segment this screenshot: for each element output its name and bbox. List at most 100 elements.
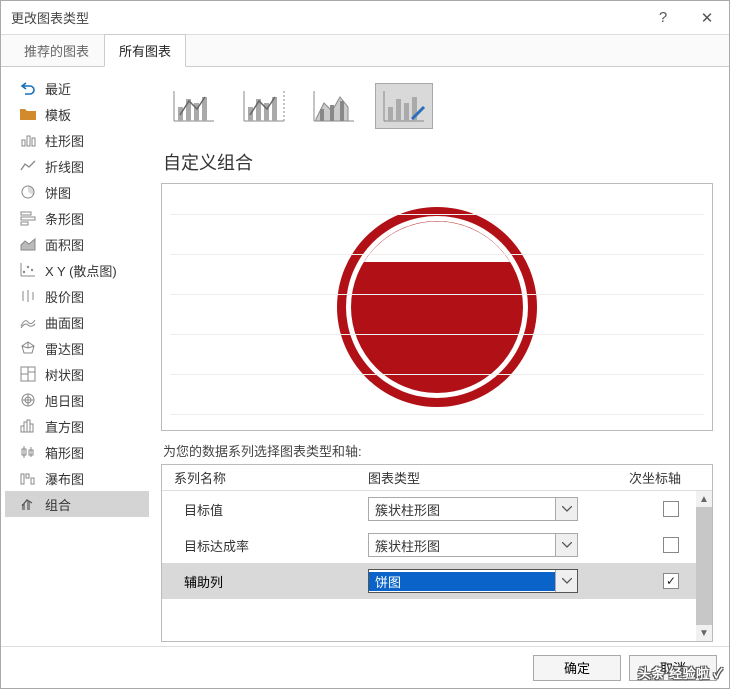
combo-subtype-custom[interactable] <box>375 83 433 129</box>
sidebar-item-scatter[interactable]: X Y (散点图) <box>5 257 149 283</box>
series-name-cell: 辅助列 <box>168 572 368 591</box>
combo-subtype-2[interactable] <box>235 83 293 129</box>
chevron-down-icon[interactable] <box>555 498 577 520</box>
sidebar-item-label: 曲面图 <box>45 313 84 332</box>
series-scrollbar[interactable]: ▲ ▼ <box>696 491 712 641</box>
sidebar-item-combo[interactable]: 组合 <box>5 491 149 517</box>
header-chart-type: 图表类型 <box>368 468 620 487</box>
chart-category-sidebar: 最近 模板 柱形图 折线图 <box>1 67 153 646</box>
sidebar-item-templates[interactable]: 模板 <box>5 101 149 127</box>
series-prompt: 为您的数据系列选择图表类型和轴: <box>163 441 713 460</box>
combo-selected-text: 簇状柱形图 <box>369 536 555 555</box>
custom-combo-title: 自定义组合 <box>163 149 713 175</box>
change-chart-type-dialog: 更改图表类型 ? ✕ 推荐的图表 所有图表 最近 模板 <box>0 0 730 689</box>
help-button[interactable]: ? <box>641 1 685 35</box>
scroll-track[interactable] <box>696 507 712 625</box>
bar-chart-icon <box>19 209 37 227</box>
watermark-text: 头条 经验啦 ✓ <box>638 663 723 682</box>
sidebar-item-label: 组合 <box>45 495 71 514</box>
sidebar-item-bar[interactable]: 条形图 <box>5 205 149 231</box>
secondary-axis-checkbox[interactable]: ✓ <box>663 573 679 589</box>
dialog-footer: 确定 取消 <box>1 646 729 688</box>
sidebar-item-stock[interactable]: 股价图 <box>5 283 149 309</box>
scroll-up-icon[interactable]: ▲ <box>696 491 712 507</box>
ok-button[interactable]: 确定 <box>533 655 621 681</box>
sidebar-item-box-whisker[interactable]: 箱形图 <box>5 439 149 465</box>
chart-preview[interactable] <box>161 183 713 431</box>
chart-type-combo[interactable]: 簇状柱形图 <box>368 497 578 521</box>
sidebar-item-label: 饼图 <box>45 183 71 202</box>
sidebar-item-line[interactable]: 折线图 <box>5 153 149 179</box>
sidebar-item-pie[interactable]: 饼图 <box>5 179 149 205</box>
sidebar-item-radar[interactable]: 雷达图 <box>5 335 149 361</box>
chevron-down-icon[interactable] <box>555 570 577 592</box>
sidebar-item-label: 直方图 <box>45 417 84 436</box>
sidebar-item-label: 折线图 <box>45 157 84 176</box>
sidebar-item-label: 模板 <box>45 105 71 124</box>
sidebar-item-label: 雷达图 <box>45 339 84 358</box>
tab-bar: 推荐的图表 所有图表 <box>1 35 729 67</box>
series-name-cell: 目标值 <box>168 500 368 519</box>
waterfall-chart-icon <box>19 469 37 487</box>
sidebar-item-label: 瀑布图 <box>45 469 84 488</box>
column-chart-icon <box>19 131 37 149</box>
scatter-chart-icon <box>19 261 37 279</box>
series-row-target-value[interactable]: 目标值 簇状柱形图 <box>162 491 712 527</box>
series-name-cell: 目标达成率 <box>168 536 368 555</box>
secondary-axis-checkbox[interactable] <box>663 501 679 517</box>
sidebar-item-label: 面积图 <box>45 235 84 254</box>
stock-chart-icon <box>19 287 37 305</box>
treemap-chart-icon <box>19 365 37 383</box>
tab-all-charts[interactable]: 所有图表 <box>104 34 186 67</box>
box-whisker-icon <box>19 443 37 461</box>
sidebar-item-label: 股价图 <box>45 287 84 306</box>
sidebar-item-label: X Y (散点图) <box>45 261 117 280</box>
sidebar-item-sunburst[interactable]: 旭日图 <box>5 387 149 413</box>
line-chart-icon <box>19 157 37 175</box>
sidebar-item-label: 条形图 <box>45 209 84 228</box>
surface-chart-icon <box>19 313 37 331</box>
combo-subtype-3[interactable] <box>305 83 363 129</box>
sidebar-item-label: 旭日图 <box>45 391 84 410</box>
chevron-down-icon[interactable] <box>555 534 577 556</box>
secondary-axis-checkbox[interactable] <box>663 537 679 553</box>
sunburst-chart-icon <box>19 391 37 409</box>
sidebar-item-surface[interactable]: 曲面图 <box>5 309 149 335</box>
sidebar-item-label: 树状图 <box>45 365 84 384</box>
titlebar: 更改图表类型 ? ✕ <box>1 1 729 35</box>
tab-recommended-charts[interactable]: 推荐的图表 <box>9 34 104 67</box>
main-panel: 自定义组合 为您的数据系列选择图表类型和轴: 系列名称 <box>153 67 729 646</box>
sidebar-item-label: 箱形图 <box>45 443 84 462</box>
combo-selected-text: 饼图 <box>369 572 555 591</box>
series-list: 目标值 簇状柱形图 <box>162 491 712 641</box>
close-button[interactable]: ✕ <box>685 1 729 35</box>
histogram-chart-icon <box>19 417 37 435</box>
pie-preview-icon <box>332 202 542 412</box>
combo-selected-text: 簇状柱形图 <box>369 500 555 519</box>
header-secondary-axis: 次坐标轴 <box>620 468 690 487</box>
area-chart-icon <box>19 235 37 253</box>
scroll-down-icon[interactable]: ▼ <box>696 625 712 641</box>
undo-icon <box>19 79 37 97</box>
folder-icon <box>19 105 37 123</box>
sidebar-item-histogram[interactable]: 直方图 <box>5 413 149 439</box>
sidebar-item-label: 柱形图 <box>45 131 84 150</box>
sidebar-item-area[interactable]: 面积图 <box>5 231 149 257</box>
sidebar-item-treemap[interactable]: 树状图 <box>5 361 149 387</box>
header-series-name: 系列名称 <box>168 468 368 487</box>
sidebar-item-waterfall[interactable]: 瀑布图 <box>5 465 149 491</box>
sidebar-item-label: 最近 <box>45 79 71 98</box>
series-row-helper-column[interactable]: 辅助列 饼图 ✓ <box>162 563 712 599</box>
chart-type-combo[interactable]: 簇状柱形图 <box>368 533 578 557</box>
radar-chart-icon <box>19 339 37 357</box>
series-config-box: 系列名称 图表类型 次坐标轴 目标值 簇状柱形图 <box>161 464 713 642</box>
combo-chart-icon <box>19 495 37 513</box>
sidebar-item-column[interactable]: 柱形图 <box>5 127 149 153</box>
series-header-row: 系列名称 图表类型 次坐标轴 <box>162 465 712 491</box>
series-row-completion-rate[interactable]: 目标达成率 簇状柱形图 <box>162 527 712 563</box>
dialog-title: 更改图表类型 <box>11 8 641 27</box>
combo-subtype-row <box>161 77 713 139</box>
combo-subtype-1[interactable] <box>165 83 223 129</box>
sidebar-item-recent[interactable]: 最近 <box>5 75 149 101</box>
chart-type-combo[interactable]: 饼图 <box>368 569 578 593</box>
